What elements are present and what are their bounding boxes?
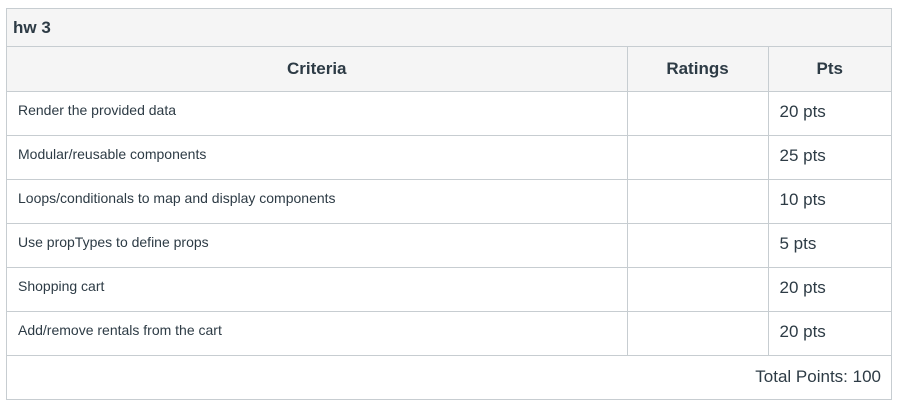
- points-cell: 20 pts: [768, 267, 891, 312]
- rubric-header-row: Criteria Ratings Pts: [7, 47, 891, 92]
- rubric-title: hw 3: [7, 9, 891, 47]
- criterion-cell: Shopping cart: [7, 267, 628, 312]
- table-row: Use propTypes to define props 5 pts: [7, 223, 891, 268]
- rating-cell: [627, 179, 769, 224]
- criterion-cell: Modular/reusable components: [7, 135, 628, 180]
- rating-cell: [627, 267, 769, 312]
- table-row: Shopping cart 20 pts: [7, 267, 891, 312]
- pts-column-header: Pts: [768, 47, 891, 92]
- criterion-cell: Render the provided data: [7, 91, 628, 136]
- rating-cell: [627, 91, 769, 136]
- criteria-column-header: Criteria: [7, 47, 628, 92]
- table-row: Modular/reusable components 25 pts: [7, 135, 891, 180]
- table-row: Add/remove rentals from the cart 20 pts: [7, 311, 891, 356]
- total-points: Total Points: 100: [755, 367, 881, 386]
- points-cell: 25 pts: [768, 135, 891, 180]
- points-cell: 20 pts: [768, 91, 891, 136]
- table-row: Loops/conditionals to map and display co…: [7, 179, 891, 224]
- criterion-cell: Loops/conditionals to map and display co…: [7, 179, 628, 224]
- table-row: Render the provided data 20 pts: [7, 91, 891, 136]
- criterion-cell: Add/remove rentals from the cart: [7, 311, 628, 356]
- points-cell: 10 pts: [768, 179, 891, 224]
- rubric-panel: hw 3 Criteria Ratings Pts Render the pro…: [6, 8, 892, 400]
- rating-cell: [627, 311, 769, 356]
- points-cell: 5 pts: [768, 223, 891, 268]
- rubric-table: Criteria Ratings Pts Render the provided…: [7, 47, 891, 356]
- ratings-column-header: Ratings: [627, 47, 769, 92]
- rating-cell: [627, 223, 769, 268]
- criterion-cell: Use propTypes to define props: [7, 223, 628, 268]
- points-cell: 20 pts: [768, 311, 891, 356]
- rating-cell: [627, 135, 769, 180]
